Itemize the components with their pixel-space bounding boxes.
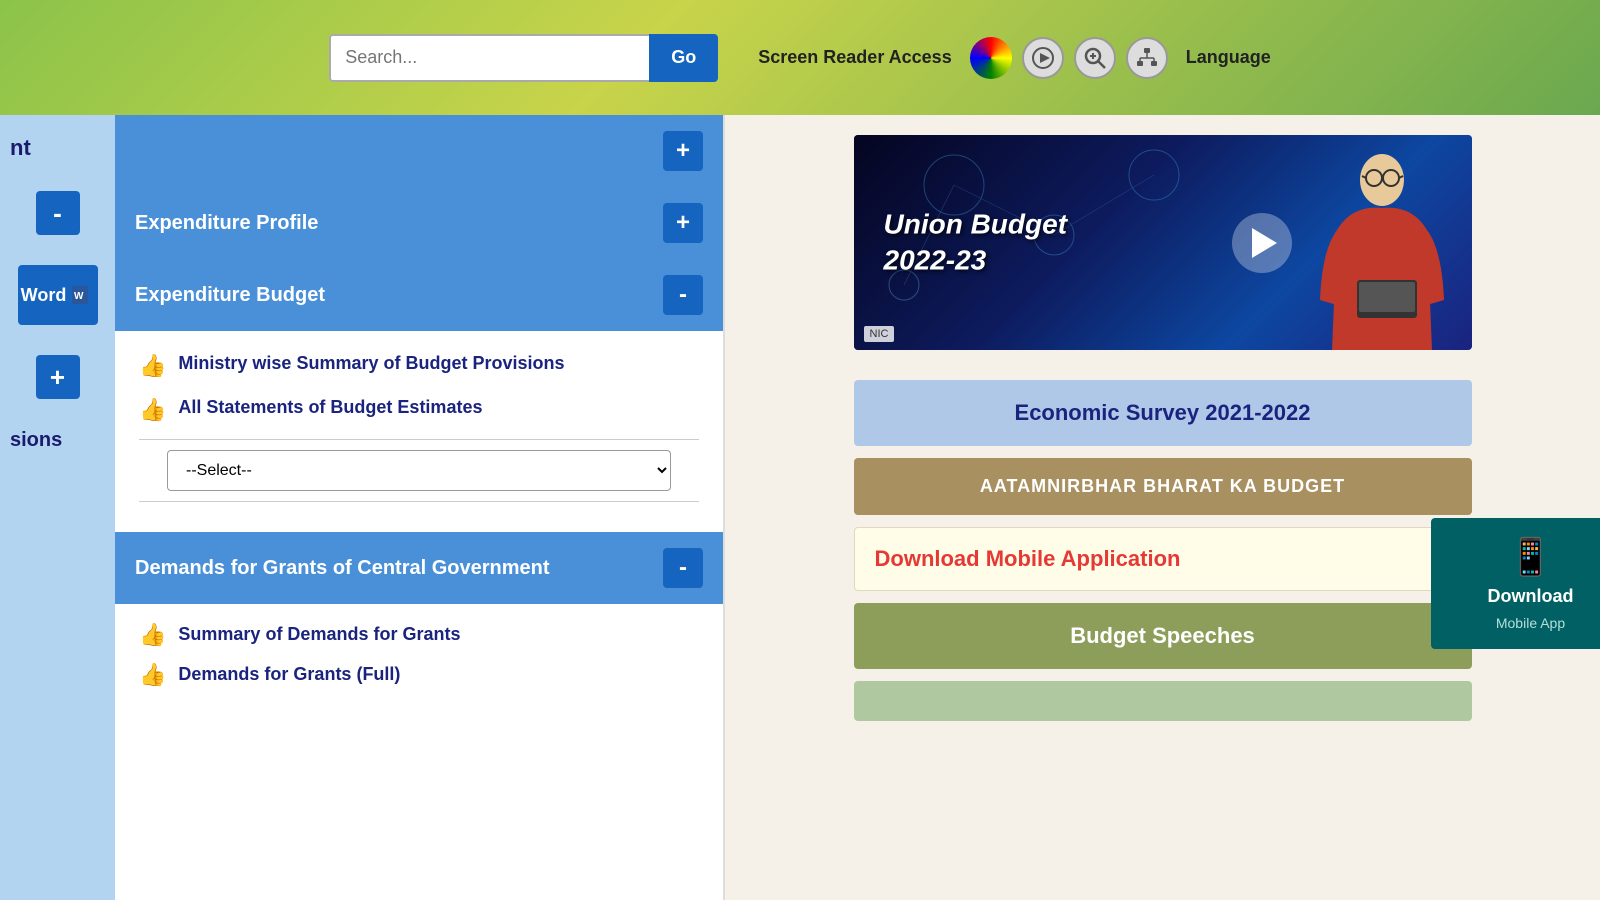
screen-reader-label: Screen Reader Access [758, 47, 951, 68]
zoom-icon[interactable] [1074, 37, 1116, 79]
expenditure-profile-header[interactable]: Expenditure Profile + [115, 187, 723, 259]
left-sidebar: nt - Word W + sions [0, 115, 115, 900]
budget-item-statements[interactable]: 👍 All Statements of Budget Estimates [139, 395, 699, 423]
demands-title: Demands for Grants of Central Government [135, 557, 550, 580]
divider-1 [139, 439, 699, 440]
search-button[interactable]: Go [649, 34, 718, 82]
word-label: Word [21, 285, 67, 306]
top-bar: Go Screen Reader Access [0, 0, 1600, 115]
video-person-silhouette [1302, 150, 1462, 350]
nic-badge: NIC [864, 326, 895, 342]
demands-item-full[interactable]: 👍 Demands for Grants (Full) [139, 660, 699, 688]
thumbs-icon-ministry: 👍 [139, 353, 166, 379]
top-icons [970, 37, 1168, 79]
expenditure-budget-title: Expenditure Budget [135, 284, 325, 307]
sidebar-plus-button[interactable]: + [36, 355, 80, 399]
main-right-panel: Union Budget 2022-23 [725, 115, 1600, 900]
video-title: Union Budget 2022-23 [884, 206, 1068, 279]
media-icon[interactable] [1022, 37, 1064, 79]
demands-item-summary[interactable]: 👍 Summary of Demands for Grants [139, 620, 699, 648]
sidebar-bottom-label: sions [0, 429, 115, 452]
divider-2 [139, 501, 699, 502]
aatma-card[interactable]: AATAMNIRBHAR BHARAT KA BUDGET [854, 458, 1472, 515]
partial-section-header[interactable]: + [115, 115, 723, 187]
download-app-text: Download Mobile Application [875, 546, 1181, 572]
search-input[interactable] [329, 34, 649, 82]
download-popup-label: Download [1488, 586, 1574, 607]
demands-item-summary-text: Summary of Demands for Grants [178, 624, 460, 645]
budget-speeches-card[interactable]: Budget Speeches [854, 603, 1472, 669]
demands-items: 👍 Summary of Demands for Grants 👍 Demand… [115, 604, 723, 716]
word-icon[interactable]: Word W [18, 265, 98, 325]
budget-item-ministry[interactable]: 👍 Ministry wise Summary of Budget Provis… [139, 351, 699, 379]
video-thumbnail[interactable]: Union Budget 2022-23 [854, 135, 1472, 350]
economic-survey-card[interactable]: Economic Survey 2021-2022 [854, 380, 1472, 446]
svg-text:W: W [74, 291, 84, 302]
expenditure-budget-header[interactable]: Expenditure Budget - [115, 259, 723, 331]
sidebar-minus-button[interactable]: - [36, 191, 80, 235]
thumbs-icon-summary: 👍 [139, 622, 166, 648]
budget-select-dropdown[interactable]: --Select-- [167, 450, 671, 491]
budget-item-ministry-text: Ministry wise Summary of Budget Provisio… [178, 351, 564, 376]
partial-section-toggle[interactable]: + [663, 131, 703, 171]
right-cards: Economic Survey 2021-2022 AATAMNIRBHAR B… [725, 370, 1600, 743]
video-play-button[interactable] [1232, 213, 1292, 273]
expenditure-budget-items: 👍 Ministry wise Summary of Budget Provis… [115, 331, 723, 532]
download-popup-sublabel: Mobile App [1496, 615, 1565, 631]
demands-header[interactable]: Demands for Grants of Central Government… [115, 532, 723, 604]
budget-item-statements-text: All Statements of Budget Estimates [178, 395, 482, 420]
thumbs-icon-full: 👍 [139, 662, 166, 688]
expenditure-profile-toggle[interactable]: + [663, 203, 703, 243]
mobile-app-icon: 📱 [1508, 536, 1553, 578]
demands-toggle[interactable]: - [663, 548, 703, 588]
thumbs-icon-statements: 👍 [139, 397, 166, 423]
demands-section: Demands for Grants of Central Government… [115, 532, 723, 716]
language-label[interactable]: Language [1186, 47, 1271, 68]
top-right-items: Screen Reader Access [758, 37, 1270, 79]
next-card[interactable] [854, 681, 1472, 721]
download-popup[interactable]: 📱 Download Mobile App [1431, 518, 1600, 649]
sidebar-top-label: nt [0, 135, 115, 161]
search-area: Go [329, 34, 718, 82]
demands-item-full-text: Demands for Grants (Full) [178, 664, 400, 685]
download-mobile-card[interactable]: Download Mobile Application 📱 Download M… [854, 527, 1472, 591]
main-left-panel: + Expenditure Profile + Expenditure Budg… [115, 115, 725, 900]
color-wheel-icon[interactable] [970, 37, 1012, 79]
sitemap-icon[interactable] [1126, 37, 1168, 79]
expenditure-profile-title: Expenditure Profile [135, 212, 318, 235]
expenditure-budget-toggle[interactable]: - [663, 275, 703, 315]
